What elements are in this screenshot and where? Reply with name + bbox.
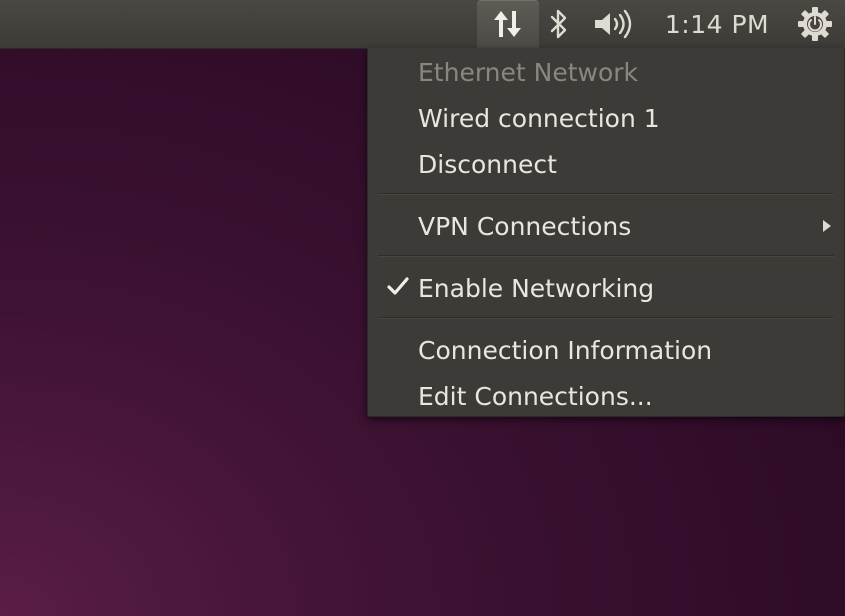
menu-item-vpn-connections[interactable]: VPN Connections xyxy=(368,204,844,248)
sound-indicator[interactable] xyxy=(585,0,643,48)
clock[interactable]: 1:14 PM xyxy=(652,0,782,48)
menu-item-enable-networking[interactable]: Enable Networking xyxy=(368,266,844,310)
network-updown-icon xyxy=(494,11,521,37)
menu-separator xyxy=(378,193,834,194)
menu-header-ethernet: Ethernet Network xyxy=(368,50,844,94)
top-panel: 1:14 PM xyxy=(0,0,845,48)
menu-item-label: Enable Networking xyxy=(418,273,655,303)
menu-item-disconnect[interactable]: Disconnect xyxy=(368,142,844,186)
menu-item-connection-information[interactable]: Connection Information xyxy=(368,328,844,372)
clock-text: 1:14 PM xyxy=(664,9,770,39)
menu-separator xyxy=(378,317,834,318)
menu-item-edit-connections[interactable]: Edit Connections... xyxy=(368,374,844,418)
gear-power-icon xyxy=(798,7,832,41)
menu-item-label: Connection Information xyxy=(418,335,713,365)
menu-header-label: Ethernet Network xyxy=(418,57,639,87)
menu-separator xyxy=(378,255,834,256)
speaker-volume-icon xyxy=(595,9,632,39)
network-menu: Ethernet Network Wired connection 1 Disc… xyxy=(367,48,845,417)
checkmark-icon xyxy=(387,277,409,295)
network-indicator[interactable] xyxy=(477,0,539,48)
menu-item-wired-connection[interactable]: Wired connection 1 xyxy=(368,96,844,140)
submenu-arrow-icon xyxy=(823,220,831,232)
menu-item-label: Disconnect xyxy=(418,149,557,179)
bluetooth-icon xyxy=(550,9,567,39)
menu-item-label: VPN Connections xyxy=(418,211,632,241)
bluetooth-indicator[interactable] xyxy=(541,0,577,48)
menu-item-label: Edit Connections... xyxy=(418,381,653,411)
session-indicator[interactable] xyxy=(790,0,840,48)
menu-item-label: Wired connection 1 xyxy=(418,103,660,133)
